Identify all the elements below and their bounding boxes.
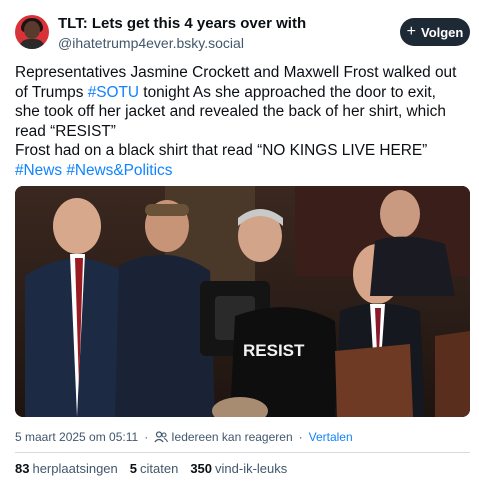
post-text-line: Frost had on a black shirt that read “NO…: [15, 141, 470, 161]
stat-label: citaten: [140, 461, 179, 476]
post-header: TLT: Lets get this 4 years over with @ih…: [0, 0, 479, 60]
stat-count: 5: [129, 461, 137, 476]
hashtag-link[interactable]: #News&Politics: [66, 162, 172, 179]
author-display-name[interactable]: TLT: Lets get this 4 years over with: [58, 15, 306, 32]
people-icon: [154, 431, 169, 443]
post-text-line: she took off her jacket and revealed the…: [15, 102, 470, 122]
sotu-photo: RESIST: [15, 186, 470, 417]
meta-separator: ·: [144, 430, 149, 444]
post-text-segment: of Trumps: [15, 83, 88, 101]
post-text-segment: she took off her jacket and revealed the…: [15, 103, 446, 121]
stat-herplaatsingen[interactable]: 83 herplaatsingen: [15, 461, 118, 476]
post-text-segment: Representatives Jasmine Crockett and Max…: [15, 64, 457, 81]
plus-icon: +: [406, 23, 416, 40]
post-text-line: read “RESIST”: [15, 122, 470, 142]
follow-button[interactable]: + Volgen: [400, 18, 470, 46]
post-text-segment: Frost had on a black shirt that read “NO…: [15, 142, 428, 160]
stat-label: vind-ik-leuks: [215, 461, 288, 476]
hashtag-link[interactable]: #News: [15, 162, 62, 179]
stat-count: 350: [190, 461, 213, 476]
stat-label: herplaatsingen: [32, 461, 118, 476]
author-avatar[interactable]: [15, 15, 49, 49]
stat-count: 83: [15, 461, 30, 476]
post-text-line: Representatives Jasmine Crockett and Max…: [15, 63, 470, 83]
stat-citaten[interactable]: 5 citaten: [130, 461, 179, 476]
post-image[interactable]: RESIST: [15, 186, 470, 417]
shirt-text: RESIST: [243, 341, 305, 360]
reply-setting[interactable]: Iedereen kan reageren: [171, 430, 292, 444]
post-text-segment: tonight As she approached the door to ex…: [139, 83, 436, 101]
author-handle[interactable]: @ihatetrump4ever.bsky.social: [58, 35, 244, 51]
meta-separator-2: ·: [298, 430, 303, 444]
post-text-segment: read “RESIST”: [15, 122, 116, 140]
post-timestamp[interactable]: 5 maart 2025 om 05:11: [15, 430, 138, 444]
post-text-line: #News #News&Politics: [15, 161, 470, 181]
divider: [15, 452, 470, 453]
post-text-line: of Trumps #SOTU tonight As she approache…: [15, 83, 470, 103]
translate-link[interactable]: Vertalen: [309, 430, 353, 444]
post-text: Representatives Jasmine Crockett and Max…: [15, 63, 470, 181]
hashtag-link[interactable]: #SOTU: [88, 84, 139, 101]
post-meta: 5 maart 2025 om 05:11 · Iedereen kan rea…: [15, 430, 353, 444]
post-stats: 83 herplaatsingen 5 citaten 350 vind-ik-leuks: [15, 461, 299, 476]
follow-button-label: Volgen: [420, 24, 464, 40]
stat-vind-ik-leuks[interactable]: 350 vind-ik-leuks: [190, 461, 287, 476]
